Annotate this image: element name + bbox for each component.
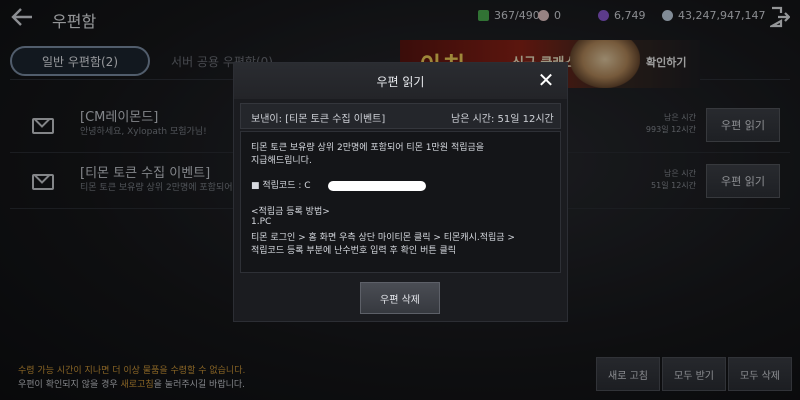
reward-code-prefix: C [304, 181, 311, 191]
sender-label: 보낸이: [티몬 토큰 수집 이벤트] [251, 114, 386, 125]
body-line: 티몬 토큰 보유량 상위 2만명에 포함되어 티몬 1만원 적립금을 [251, 143, 485, 153]
body-line: <적립금 등록 방법> [251, 207, 330, 217]
read-mail-dialog: 우편 읽기 ✕ 보낸이: [티몬 토큰 수집 이벤트] 남은 시간: 51일 1… [233, 62, 568, 322]
body-line: 티몬 로그인 > 홈 화면 우측 상단 마이티몬 클릭 > 티몬캐시.적립금 > [251, 233, 515, 243]
body-line: 적립코드 등록 부분에 난수번호 입력 후 확인 버튼 클릭 [251, 246, 457, 256]
reward-code-line: ■ 적립코드 : C [251, 178, 311, 191]
delete-mail-button[interactable]: 우편 삭제 [360, 282, 440, 314]
mail-body[interactable]: 티몬 토큰 보유량 상위 2만명에 포함되어 티몬 1만원 적립금을 지급해드립… [240, 131, 561, 273]
body-line: 지급해드립니다. [251, 156, 312, 166]
body-line: 1.PC [251, 217, 272, 227]
sender-bar: 보낸이: [티몬 토큰 수집 이벤트] 남은 시간: 51일 12시간 [240, 103, 561, 129]
close-icon[interactable]: ✕ [536, 70, 556, 90]
reward-code-label: ■ 적립코드 : [251, 181, 305, 191]
remaining-time: 남은 시간: 51일 12시간 [451, 114, 554, 125]
dialog-title: 우편 읽기 [376, 75, 425, 89]
redaction-mark [328, 181, 426, 191]
